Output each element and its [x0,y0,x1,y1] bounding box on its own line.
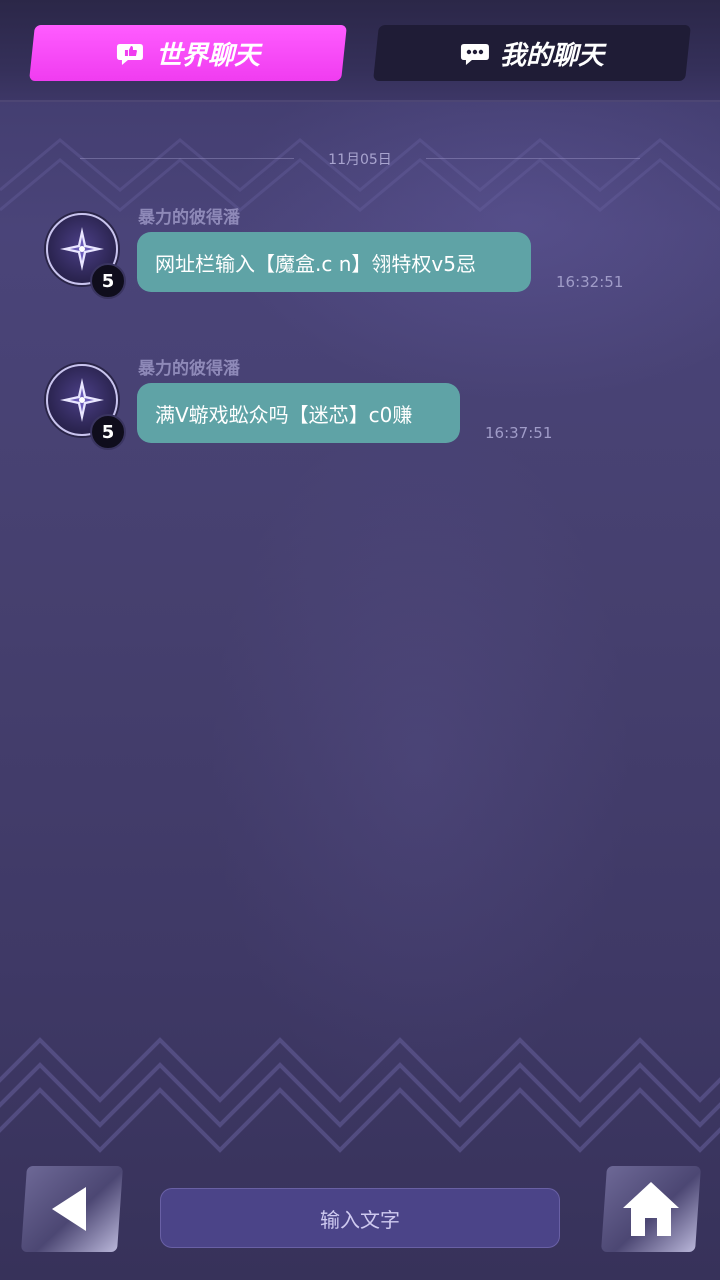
date-divider-line-left [80,158,294,159]
message-time: 16:37:51 [485,424,553,442]
message-time: 16:32:51 [556,273,624,291]
tab-my-chat-label: 我的聊天 [499,40,604,71]
date-divider-text: 11月05日 [328,152,392,168]
chat-message: 5 暴力的彼得潘 满V蝣戏蚣众吗【迷芯】c0赚 16:37:51 [0,359,720,474]
date-divider-line-right [426,158,640,159]
message-username: 暴力的彼得潘 [138,208,240,228]
background-chevron-pattern-bottom [0,1037,720,1153]
tab-world-chat[interactable]: 世界聊天 [29,25,347,81]
message-bubble[interactable]: 满V蝣戏蚣众吗【迷芯】c0赚 [137,383,460,443]
chat-message: 5 暴力的彼得潘 网址栏输入【魔盒.c n】翎特权v5忌 16:32:51 [0,208,720,323]
back-button[interactable] [20,1166,124,1252]
tab-world-chat-label: 世界聊天 [155,40,260,71]
tab-my-chat[interactable]: 我的聊天 [373,25,691,81]
date-divider: 11月05日 [80,148,640,170]
home-icon [623,1182,679,1236]
message-bubble[interactable]: 网址栏输入【魔盒.c n】翎特权v5忌 [137,232,531,292]
home-button[interactable] [600,1166,702,1252]
background-glow [0,0,720,1280]
chat-bubble-thumb-icon [116,43,143,64]
chat-bubble-dots-icon [460,43,489,64]
level-badge: 5 [90,414,126,450]
message-username: 暴力的彼得潘 [138,359,240,379]
level-badge: 5 [90,263,126,299]
chat-input[interactable]: 输入文字 [160,1188,560,1248]
chat-header: 世界聊天 我的聊天 [0,0,720,102]
back-arrow-icon [52,1187,86,1231]
